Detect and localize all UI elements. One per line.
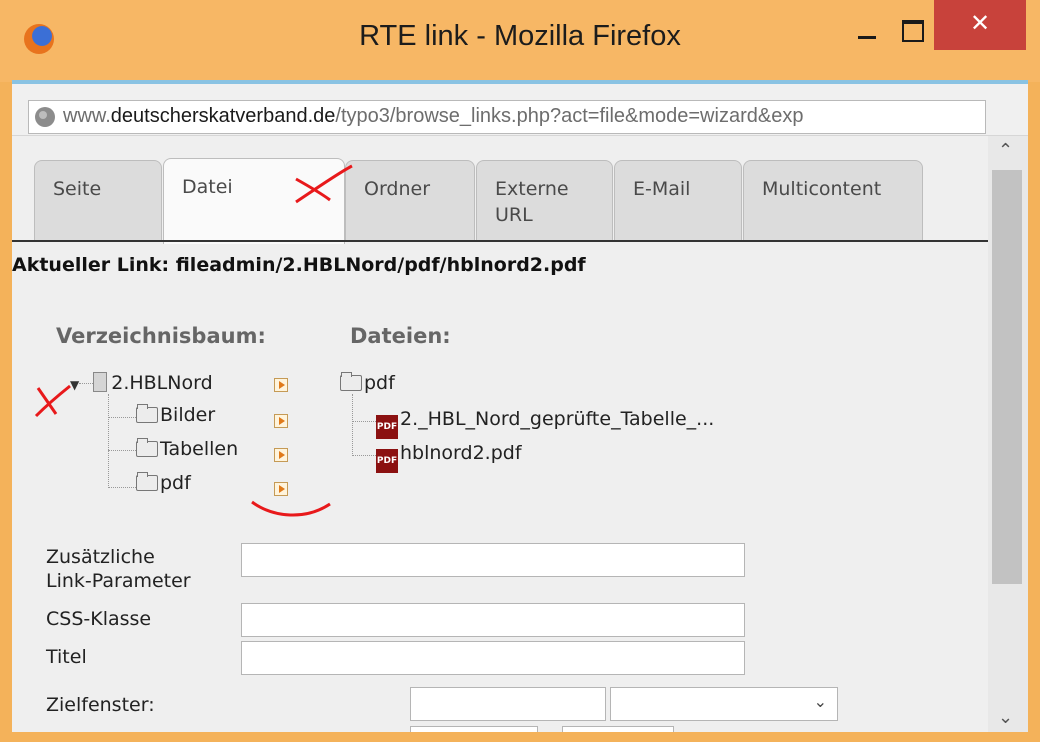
folder-icon: [340, 372, 362, 391]
params-label-line1: Zusätzliche: [46, 546, 155, 568]
tab-externe-url[interactable]: Externe URL: [476, 160, 613, 242]
address-bar[interactable]: www.deutscherskatverband.de/typo3/browse…: [28, 100, 986, 134]
maximize-button[interactable]: [888, 8, 934, 48]
tree-item-label[interactable]: Bilder: [160, 404, 215, 426]
scroll-up-icon[interactable]: ⌃: [998, 140, 1013, 161]
tree-connector: [352, 421, 376, 422]
css-class-label: CSS-Klasse: [46, 608, 152, 630]
expand-triangle-icon[interactable]: ▼: [70, 378, 79, 392]
width-input[interactable]: [410, 726, 538, 732]
title-input[interactable]: [241, 641, 745, 675]
globe-icon: [35, 107, 55, 127]
close-button[interactable]: ✕: [934, 0, 1026, 50]
tree-connector: [108, 394, 109, 488]
tree-root[interactable]: ▼ 2.HBLNord: [70, 372, 213, 394]
files-folder: pdf: [340, 372, 395, 394]
current-link-text: Aktueller Link: fileadmin/2.HBLNord/pdf/…: [12, 254, 586, 276]
tab-datei[interactable]: Datei: [163, 158, 345, 244]
tab-divider: [12, 240, 988, 242]
params-label-line2: Link-Parameter: [46, 570, 191, 592]
url-prefix: www.: [63, 105, 111, 127]
tab-ordner[interactable]: Ordner: [345, 160, 475, 242]
tree-item-label[interactable]: Tabellen: [160, 438, 238, 460]
file-label[interactable]: hblnord2.pdf: [400, 442, 522, 464]
folder-icon: [136, 404, 158, 423]
params-input[interactable]: [241, 543, 745, 577]
page-content: Seite Datei Ordner Externe URL E-Mail Mu…: [12, 136, 988, 732]
tree-root-label[interactable]: 2.HBLNord: [111, 372, 212, 394]
tree-heading: Verzeichnisbaum:: [56, 324, 266, 348]
url-domain: deutscherskatverband.de: [110, 105, 336, 127]
file-item[interactable]: PDF 2._HBL_Nord_geprüfte_Tabelle_...: [376, 408, 714, 439]
annotation-mark: [36, 387, 58, 415]
tree-item-pdf[interactable]: pdf: [136, 472, 191, 494]
annotation-mark: [251, 500, 331, 517]
file-item[interactable]: PDF hblnord2.pdf: [376, 442, 522, 473]
css-class-input[interactable]: [241, 603, 745, 637]
window-titlebar: RTE link - Mozilla Firefox ✕: [0, 0, 1040, 82]
vertical-scrollbar[interactable]: ⌃ ⌄: [988, 136, 1028, 732]
tree-item-label[interactable]: pdf: [160, 472, 191, 494]
pdf-icon: PDF: [376, 449, 398, 473]
target-label: Zielfenster:: [46, 694, 155, 716]
files-folder-label: pdf: [364, 372, 395, 394]
tree-item-tabellen[interactable]: Tabellen: [136, 438, 238, 460]
title-label: Titel: [46, 646, 87, 668]
server-icon: [93, 372, 108, 392]
tree-item-bilder[interactable]: Bilder: [136, 404, 215, 426]
target-select[interactable]: ⌄: [610, 687, 838, 721]
tree-connector: [352, 394, 353, 456]
tree-connector: [108, 450, 136, 451]
tab-email[interactable]: E-Mail: [614, 160, 742, 242]
window-title: RTE link - Mozilla Firefox: [359, 20, 681, 52]
scroll-thumb[interactable]: [992, 170, 1022, 584]
select-arrow-icon[interactable]: [274, 448, 288, 462]
minimize-button[interactable]: [846, 8, 890, 48]
height-input[interactable]: [562, 726, 674, 732]
chevron-down-icon: ⌄: [813, 692, 827, 711]
target-input[interactable]: [410, 687, 606, 721]
select-arrow-icon[interactable]: [274, 414, 288, 428]
files-heading: Dateien:: [350, 324, 451, 348]
tree-connector: [108, 417, 136, 418]
folder-icon: [136, 438, 158, 457]
tab-seite[interactable]: Seite: [34, 160, 162, 242]
scroll-down-icon[interactable]: ⌄: [998, 707, 1013, 728]
tree-connector: [352, 455, 376, 456]
select-arrow-icon[interactable]: [274, 378, 288, 392]
folder-icon: [136, 472, 158, 491]
select-arrow-icon[interactable]: [274, 482, 288, 496]
url-path: /typo3/browse_links.php?act=file&mode=wi…: [335, 105, 804, 127]
file-label[interactable]: 2._HBL_Nord_geprüfte_Tabelle_...: [400, 408, 714, 430]
pdf-icon: PDF: [376, 415, 398, 439]
tab-multicontent[interactable]: Multicontent: [743, 160, 923, 242]
firefox-icon: [24, 24, 54, 54]
annotation-mark: [34, 384, 71, 418]
tree-connector: [108, 487, 136, 488]
url-text[interactable]: www.deutscherskatverband.de/typo3/browse…: [63, 105, 981, 128]
